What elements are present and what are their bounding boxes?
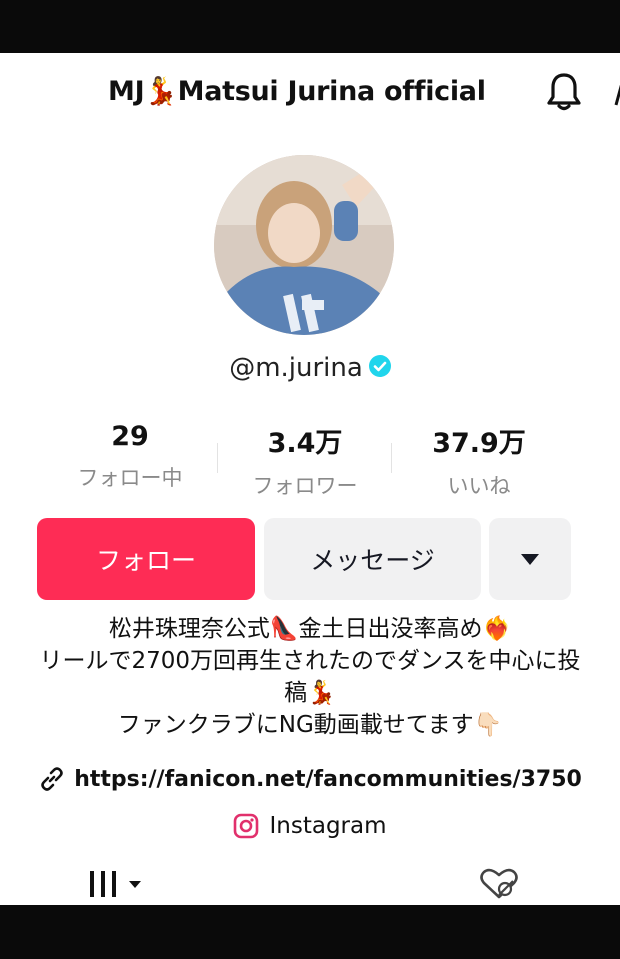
profile-handle: @m.jurina — [229, 353, 363, 383]
message-button[interactable]: メッセージ — [264, 518, 481, 600]
stats-row: 29 フォロー中 3.4万 フォロワー 37.9万 いいね — [0, 421, 620, 501]
bio-line: 松井珠理奈公式👠金土日出没率高め❤️‍🔥 — [108, 616, 512, 642]
bio-line: リールで2700万回再生されたのでダンスを中心に投 — [39, 648, 581, 674]
caret-down-icon — [521, 554, 539, 565]
stat-likes[interactable]: 37.9万 いいね — [399, 421, 559, 500]
stat-value: 37.9万 — [432, 428, 526, 459]
instagram-link[interactable]: Instagram — [0, 813, 620, 839]
profile-tabs — [0, 861, 620, 905]
avatar[interactable] — [214, 155, 394, 335]
stat-divider — [391, 443, 392, 473]
follow-button[interactable]: フォロー — [37, 518, 255, 600]
bell-icon[interactable] — [544, 71, 584, 113]
profile-header: MJ💃Matsui Jurina official — [0, 53, 620, 133]
top-frame — [0, 0, 620, 53]
profile-screen: MJ💃Matsui Jurina official @m.jurina 29 フ… — [0, 53, 620, 905]
grid-icon[interactable] — [88, 867, 144, 901]
share-icon[interactable] — [612, 81, 620, 107]
stat-label: フォロー中 — [77, 466, 183, 490]
link-url: https://fanicon.net/fancommunities/3750 — [74, 766, 582, 792]
instagram-label: Instagram — [269, 813, 387, 839]
stat-label: いいね — [447, 474, 511, 498]
stat-divider — [217, 443, 218, 473]
stat-label: フォロワー — [252, 474, 358, 498]
handle-row: @m.jurina — [0, 353, 620, 383]
more-options-button[interactable] — [489, 518, 571, 600]
bio-line: 稿💃 — [284, 680, 336, 706]
page-title: MJ💃Matsui Jurina official — [108, 76, 486, 107]
stat-followers[interactable]: 3.4万 フォロワー — [225, 421, 385, 500]
link-icon — [41, 767, 63, 791]
instagram-icon — [234, 813, 259, 839]
stat-following[interactable]: 29 フォロー中 — [50, 421, 210, 492]
bio-link[interactable]: https://fanicon.net/fancommunities/3750 — [0, 765, 620, 793]
stat-value: 29 — [111, 421, 149, 452]
bottom-frame — [0, 905, 620, 959]
verified-badge-icon — [368, 354, 391, 377]
avatar-image — [214, 155, 394, 335]
bio-line: ファンクラブにNG動画載せてます👇🏻 — [117, 712, 503, 738]
stat-value: 3.4万 — [267, 428, 343, 459]
profile-bio: 松井珠理奈公式👠金土日出没率高め❤️‍🔥 リールで2700万回再生されたのでダン… — [0, 613, 620, 741]
liked-hidden-icon[interactable] — [478, 867, 520, 901]
